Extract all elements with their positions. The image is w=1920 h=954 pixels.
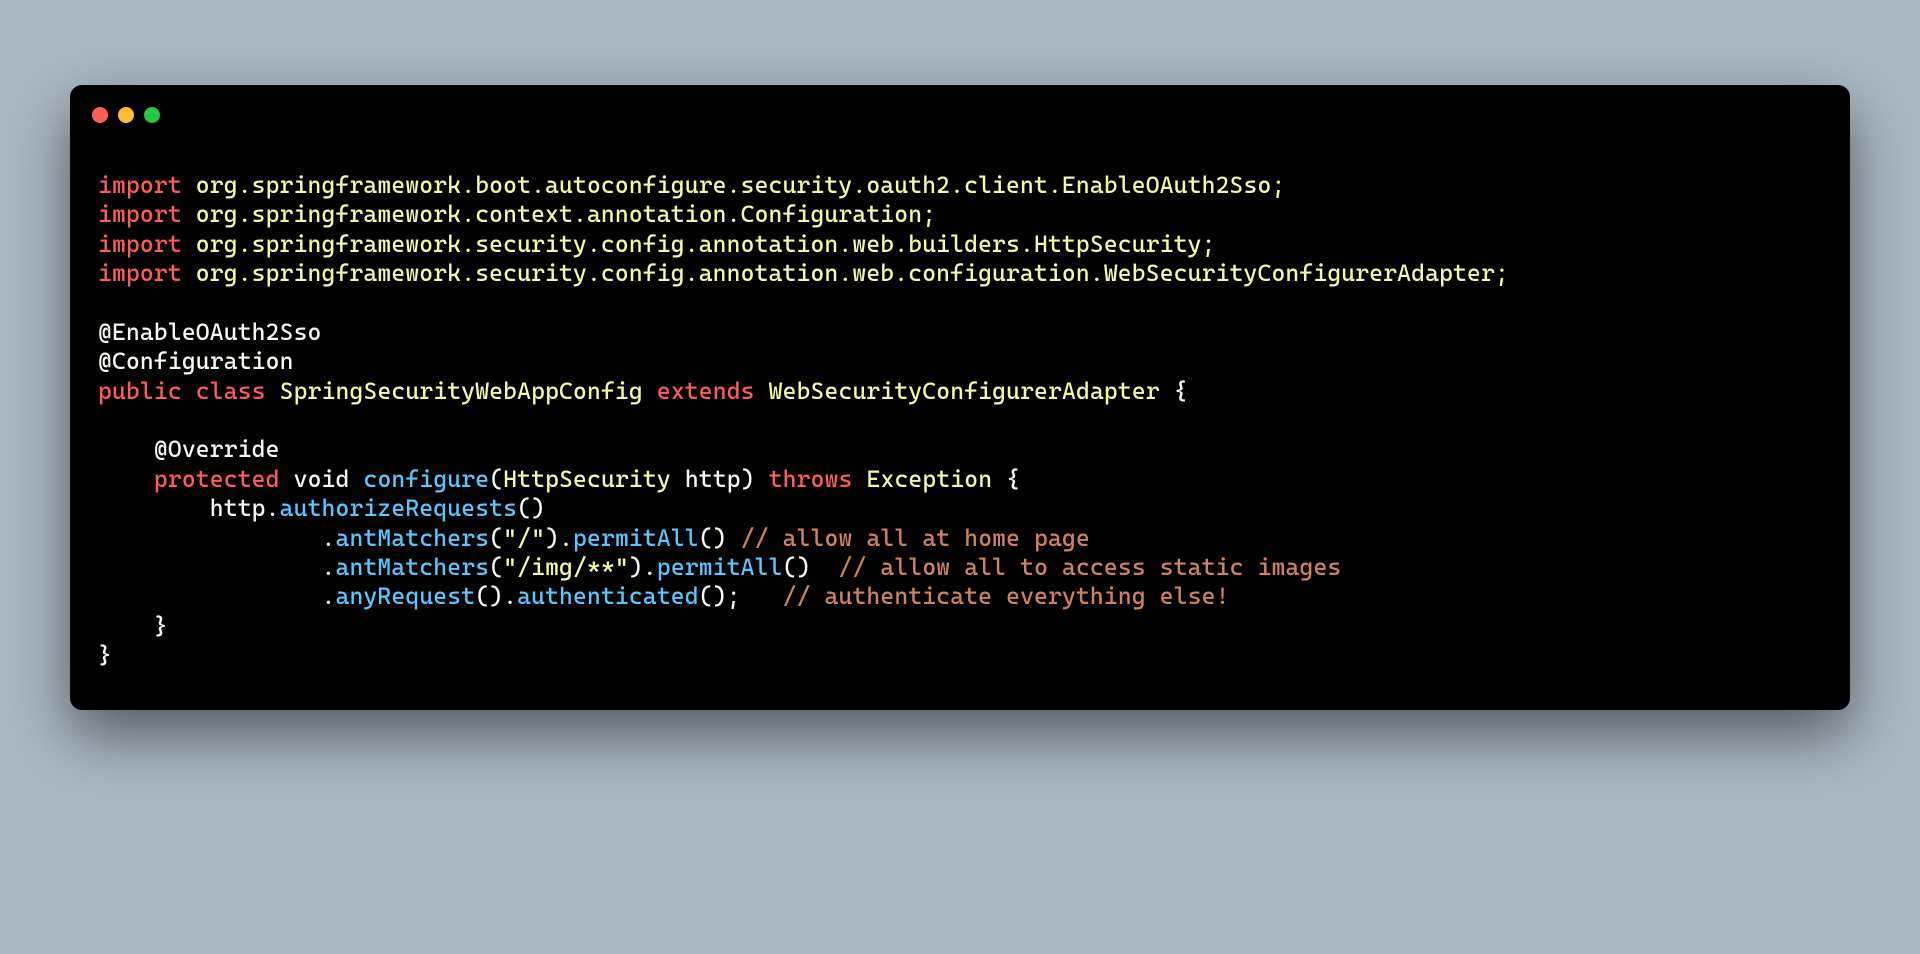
dot: . (266, 494, 280, 522)
indent (98, 524, 322, 552)
param-name: http (685, 465, 741, 493)
code-editor: import org.springframework.boot.autoconf… (70, 131, 1850, 670)
dot: . (643, 553, 657, 581)
keyword-protected: protected (154, 465, 280, 493)
minimize-icon[interactable] (118, 107, 134, 123)
paren: ) (629, 553, 643, 581)
parens: (); (699, 582, 741, 610)
space (741, 582, 783, 610)
space (755, 465, 769, 493)
keyword-throws: throws (769, 465, 853, 493)
keyword-import: import (98, 200, 182, 228)
brace: { (1160, 377, 1188, 405)
param-type: HttpSecurity (503, 465, 671, 493)
method-call: authorizeRequests (280, 494, 517, 522)
parens: () (475, 582, 503, 610)
class-name: SpringSecurityWebAppConfig (280, 377, 643, 405)
paren: ) (545, 524, 559, 552)
space (755, 377, 769, 405)
package-path: org.springframework.security.config.anno… (182, 259, 1509, 287)
supertype-name: WebSecurityConfigurerAdapter (769, 377, 1160, 405)
method-call: permitAll (657, 553, 783, 581)
indent (98, 582, 322, 610)
keyword-import: import (98, 230, 182, 258)
dot: . (322, 553, 336, 581)
comment: // allow all to access static images (839, 553, 1342, 581)
method-call: permitAll (573, 524, 699, 552)
space (853, 465, 867, 493)
maximize-icon[interactable] (144, 107, 160, 123)
method-call: antMatchers (336, 553, 490, 581)
dot: . (322, 524, 336, 552)
parens: () (783, 553, 811, 581)
keyword-import: import (98, 259, 182, 287)
space (266, 377, 280, 405)
dot: . (559, 524, 573, 552)
comment: // allow all at home page (741, 524, 1090, 552)
paren: ( (489, 524, 503, 552)
annotation: @Configuration (98, 347, 294, 375)
comment: // authenticate everything else! (783, 582, 1230, 610)
brace: } (98, 641, 112, 669)
indent (98, 435, 154, 463)
keyword-public: public (98, 377, 182, 405)
code-window: import org.springframework.boot.autoconf… (70, 85, 1850, 710)
space (182, 377, 196, 405)
space (643, 377, 657, 405)
window-titlebar (70, 85, 1850, 131)
brace: } (154, 612, 168, 640)
keyword-void: void (294, 465, 350, 493)
indent (98, 494, 210, 522)
keyword-extends: extends (657, 377, 755, 405)
space (727, 524, 741, 552)
paren: ( (489, 465, 503, 493)
space (350, 465, 364, 493)
space (811, 553, 839, 581)
annotation: @Override (154, 435, 280, 463)
annotation: @EnableOAuth2Sso (98, 318, 322, 346)
dot: . (503, 582, 517, 610)
method-call: authenticated (517, 582, 699, 610)
close-icon[interactable] (92, 107, 108, 123)
paren: ( (489, 553, 503, 581)
dot: . (322, 582, 336, 610)
parens: () (517, 494, 545, 522)
keyword-import: import (98, 171, 182, 199)
indent (98, 612, 154, 640)
method-name: configure (363, 465, 489, 493)
space (671, 465, 685, 493)
package-path: org.springframework.security.config.anno… (182, 230, 1216, 258)
package-path: org.springframework.context.annotation.C… (182, 200, 936, 228)
object-ref: http (210, 494, 266, 522)
method-call: anyRequest (336, 582, 476, 610)
indent (98, 465, 154, 493)
exception-type: Exception (867, 465, 993, 493)
brace: { (992, 465, 1020, 493)
string-literal: "/" (503, 524, 545, 552)
parens: () (699, 524, 727, 552)
package-path: org.springframework.boot.autoconfigure.s… (182, 171, 1286, 199)
indent (98, 553, 322, 581)
paren: ) (741, 465, 755, 493)
space (280, 465, 294, 493)
method-call: antMatchers (336, 524, 490, 552)
keyword-class: class (196, 377, 266, 405)
string-literal: "/img/**" (503, 553, 629, 581)
